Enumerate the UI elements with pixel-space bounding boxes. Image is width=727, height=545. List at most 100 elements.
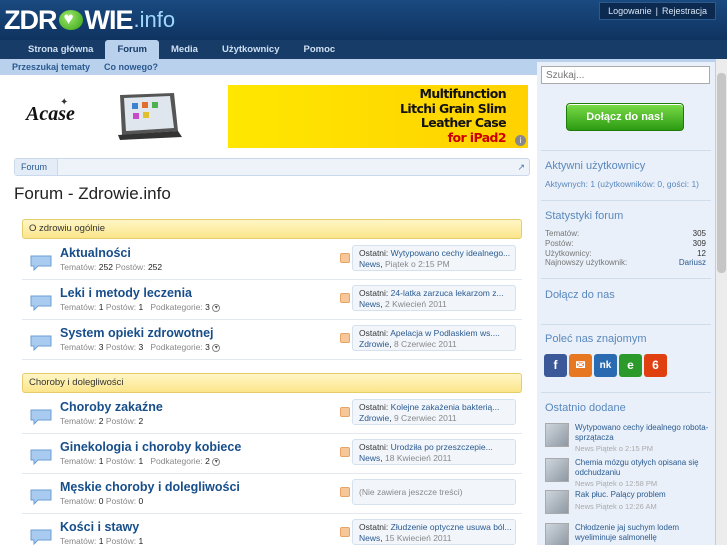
recent-thumbnail[interactable] xyxy=(545,423,569,447)
forum-speech-bubble-icon xyxy=(30,449,52,465)
forum-stats: Tematów: 1 Postów: 1 Podkategorie: 2 ▾ xyxy=(60,456,221,466)
last-post-link[interactable]: 24-latka zarzuca lekarzom z... xyxy=(391,288,504,298)
rss-icon[interactable] xyxy=(340,447,350,457)
tab-help[interactable]: Pomoc xyxy=(292,40,348,59)
join-us-title[interactable]: Dołącz do nas xyxy=(545,289,615,301)
rss-icon[interactable] xyxy=(340,487,350,497)
nk-icon[interactable]: nk xyxy=(594,354,617,377)
recent-title-link[interactable]: Chemia mózgu otyłych opisana się odchudz… xyxy=(575,458,710,478)
last-post: Ostatni: Złudzenie optyczne usuwa ból...… xyxy=(352,519,516,545)
forum-stats: Tematów: 1 Postów: 1 Podkategorie: 3 ▾ xyxy=(60,302,221,312)
stat-newest-user: Najnowszy użytkownik: Dariusz xyxy=(545,258,706,267)
forum-title[interactable]: Choroby zakaźne xyxy=(60,400,163,414)
forum-title[interactable]: Ginekologia i choroby kobiece xyxy=(60,440,241,454)
site-header: ZDR WIE .info Logowanie| Rejestracja xyxy=(0,0,727,40)
chevron-down-icon[interactable]: ▾ xyxy=(212,303,221,312)
last-post-link[interactable]: Apelacja w Podlaskiem ws.... xyxy=(390,328,500,338)
rss-icon[interactable] xyxy=(340,293,350,303)
forum-title[interactable]: Kości i stawy xyxy=(60,520,139,534)
logo-suffix: .info xyxy=(133,7,176,32)
last-post-user[interactable]: News xyxy=(359,453,380,463)
forum-title[interactable]: System opieki zdrowotnej xyxy=(60,326,214,340)
recent-title-link[interactable]: Wytypowano cechy idealnego robota-sprząt… xyxy=(575,423,710,443)
forum-speech-bubble-icon xyxy=(30,295,52,311)
recent-meta: News Piątek o 12:26 AM xyxy=(575,502,657,511)
last-post-link[interactable]: Wytypowano cechy idealnego... xyxy=(391,248,510,258)
rss-icon[interactable] xyxy=(340,527,350,537)
register-link[interactable]: Rejestracja xyxy=(662,6,707,16)
tab-users[interactable]: Użytkownicy xyxy=(210,40,292,59)
forum-stats: Tematów: 3 Postów: 3 Podkategorie: 3 ▾ xyxy=(60,342,221,352)
logo-text-main: ZDR xyxy=(4,4,57,35)
ad-line-2: Litchi Grain Slim xyxy=(400,100,507,116)
last-post-user[interactable]: Zdrowie xyxy=(359,339,389,349)
grono-icon[interactable]: e xyxy=(619,354,642,377)
ipad-case-ad[interactable]: Multifunction Litchi Grain Slim Leather … xyxy=(228,85,528,148)
forum-row: Aktualności Tematów: 252 Postów: 252 Ost… xyxy=(22,240,522,280)
jump-icon[interactable]: ↗ xyxy=(517,162,525,173)
heart-logo-icon xyxy=(58,9,84,31)
last-post-user[interactable]: Zdrowie xyxy=(359,413,389,423)
forum-stats: Tematów: 0 Postów: 0 xyxy=(60,496,144,506)
last-post-user[interactable]: News xyxy=(359,259,380,269)
recent-title-link[interactable]: Chłodzenie jaj suchym lodem wyeliminuje … xyxy=(575,523,710,543)
forum-speech-bubble-icon xyxy=(30,335,52,351)
recent-thumbnail[interactable] xyxy=(545,458,569,482)
search-topics-link[interactable]: Przeszukaj tematy xyxy=(12,59,90,75)
forum-title[interactable]: Aktualności xyxy=(60,246,131,260)
newest-user-link[interactable]: Dariusz xyxy=(679,258,706,267)
tab-media[interactable]: Media xyxy=(159,40,210,59)
last-post-link[interactable]: Złudzenie optyczne usuwa ból... xyxy=(391,522,512,532)
recent-item: Wytypowano cechy idealnego robota-sprząt… xyxy=(545,423,710,457)
whats-new-link[interactable]: Co nowego? xyxy=(104,59,158,75)
blip-icon[interactable]: ✉ xyxy=(569,354,592,377)
sidebar-divider xyxy=(541,150,711,151)
ad-info-icon[interactable]: i xyxy=(515,135,526,146)
recent-title-link[interactable]: Rak płuc. Palący problem xyxy=(575,490,710,500)
breadcrumb-forum[interactable]: Forum xyxy=(15,159,59,175)
last-post-user[interactable]: News xyxy=(359,533,380,543)
login-separator: | xyxy=(655,6,658,16)
recent-thumbnail[interactable] xyxy=(545,490,569,514)
category-header-general[interactable]: O zdrowiu ogólnie xyxy=(22,219,522,239)
sidebar-divider xyxy=(541,278,711,279)
recent-item: Chłodzenie jaj suchym lodem wyeliminuje … xyxy=(545,523,710,545)
banner-area: ✦ Acase Multifunction Litchi Grain Slim … xyxy=(0,75,535,153)
forum-title[interactable]: Leki i metody leczenia xyxy=(60,286,192,300)
tab-forum[interactable]: Forum xyxy=(105,40,160,59)
forum-row: Męskie choroby i dolegliwości Tematów: 0… xyxy=(22,474,522,514)
page-scrollbar[interactable] xyxy=(715,59,727,545)
ipad-case-image[interactable] xyxy=(112,91,184,141)
facebook-icon[interactable]: f xyxy=(544,354,567,377)
rss-icon[interactable] xyxy=(340,407,350,417)
recent-item: Rak płuc. Palący problem News Piątek o 1… xyxy=(545,490,710,524)
wykop-icon[interactable]: 6 xyxy=(644,354,667,377)
login-link[interactable]: Logowanie xyxy=(608,6,652,16)
forum-row: Choroby zakaźne Tematów: 2 Postów: 2 Ost… xyxy=(22,394,522,434)
share-title: Poleć nas znajomym xyxy=(545,333,647,345)
rss-icon[interactable] xyxy=(340,253,350,263)
forum-row: Leki i metody leczenia Tematów: 1 Postów… xyxy=(22,280,522,320)
chevron-down-icon[interactable]: ▾ xyxy=(212,343,221,352)
online-users-title: Aktywni użytkownicy xyxy=(545,160,646,172)
site-logo[interactable]: ZDR WIE .info xyxy=(4,4,176,35)
ad-line-3: Leather Case xyxy=(420,115,507,130)
join-button[interactable]: Dołącz do nas! xyxy=(566,103,684,131)
rss-icon[interactable] xyxy=(340,333,350,343)
recent-thumbnail[interactable] xyxy=(545,523,569,545)
chevron-down-icon[interactable]: ▾ xyxy=(212,457,221,466)
scrollbar-thumb[interactable] xyxy=(717,73,726,273)
ad-line-4: for iPad2 xyxy=(447,129,507,145)
tab-home[interactable]: Strona główna xyxy=(16,40,105,59)
search-input[interactable] xyxy=(541,66,710,84)
last-post-link[interactable]: Kolejne zakażenia bakterią... xyxy=(391,402,500,412)
forum-title[interactable]: Męskie choroby i dolegliwości xyxy=(60,480,240,494)
last-post-user[interactable]: News xyxy=(359,299,380,309)
last-post-link[interactable]: Urodziła po przeszczepie... xyxy=(391,442,493,452)
stat-topics: Tematów: 305 xyxy=(545,229,706,238)
acase-logo[interactable]: Acase xyxy=(26,103,75,126)
forum-stats: Tematów: 2 Postów: 2 xyxy=(60,416,144,426)
sidebar-divider xyxy=(541,200,711,201)
category-header-diseases[interactable]: Choroby i dolegliwości xyxy=(22,373,522,393)
forum-speech-bubble-icon xyxy=(30,255,52,271)
